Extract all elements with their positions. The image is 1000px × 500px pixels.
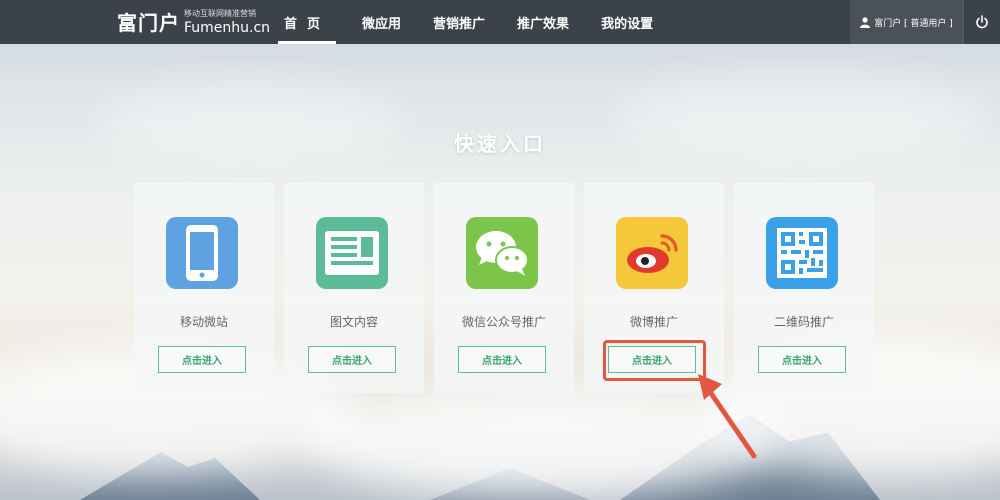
enter-qrcode-button[interactable]: 点击进入 bbox=[758, 346, 846, 373]
power-icon bbox=[976, 15, 988, 29]
card-label: 图文内容 bbox=[329, 315, 378, 329]
brand-logo[interactable]: 富门户 移动互联网精准营销 Fumenhu.cn bbox=[117, 7, 270, 36]
card-label: 二维码推广 bbox=[773, 315, 834, 329]
user-menu[interactable]: 富门户 [ 普通用户 ] bbox=[850, 0, 963, 44]
card-mobile-site: 移动微站 点击进入 bbox=[134, 183, 274, 393]
nav-item-micro-apps[interactable]: 微应用 bbox=[346, 0, 417, 44]
top-navigation-bar: 富门户 移动互联网精准营销 Fumenhu.cn 首页 微应用 营销推广 推广效… bbox=[0, 0, 1000, 44]
wechat-icon bbox=[466, 217, 538, 289]
pointer-arrow-icon bbox=[698, 374, 757, 459]
user-icon bbox=[860, 16, 871, 28]
nav-item-my-settings[interactable]: 我的设置 bbox=[585, 0, 669, 44]
user-label: 富门户 [ 普通用户 ] bbox=[874, 18, 953, 29]
quick-entry-cards: 移动微站 点击进入 图文内容 点击进入 微信公众号推广 点击进入 微博推广 点击… bbox=[134, 183, 874, 393]
card-wechat: 微信公众号推广 点击进入 bbox=[434, 183, 574, 393]
mobile-phone-icon bbox=[166, 217, 238, 289]
enter-articles-button[interactable]: 点击进入 bbox=[308, 346, 396, 373]
nav-item-marketing[interactable]: 营销推广 bbox=[417, 0, 501, 44]
card-qrcode: 二维码推广 点击进入 bbox=[734, 183, 874, 393]
card-articles: 图文内容 点击进入 bbox=[284, 183, 424, 393]
nav-item-effects[interactable]: 推广效果 bbox=[501, 0, 585, 44]
article-icon bbox=[316, 217, 388, 289]
page-title: 快速入口 bbox=[454, 132, 546, 156]
card-label: 微信公众号推广 bbox=[461, 315, 546, 329]
brand-name: 富门户 bbox=[117, 11, 180, 35]
weibo-icon bbox=[616, 217, 688, 289]
card-label: 微博推广 bbox=[629, 315, 678, 329]
brand-domain: Fumenhu.cn bbox=[184, 19, 271, 36]
enter-mobile-site-button[interactable]: 点击进入 bbox=[158, 346, 246, 373]
nav-item-home[interactable]: 首页 bbox=[268, 0, 346, 44]
main-nav: 首页 微应用 营销推广 推广效果 我的设置 bbox=[268, 0, 669, 44]
brand-slogan: 移动互联网精准营销 bbox=[184, 8, 256, 18]
card-label: 移动微站 bbox=[179, 315, 228, 329]
logout-button[interactable] bbox=[963, 0, 1000, 44]
enter-wechat-button[interactable]: 点击进入 bbox=[458, 346, 546, 373]
qrcode-icon bbox=[766, 217, 838, 289]
